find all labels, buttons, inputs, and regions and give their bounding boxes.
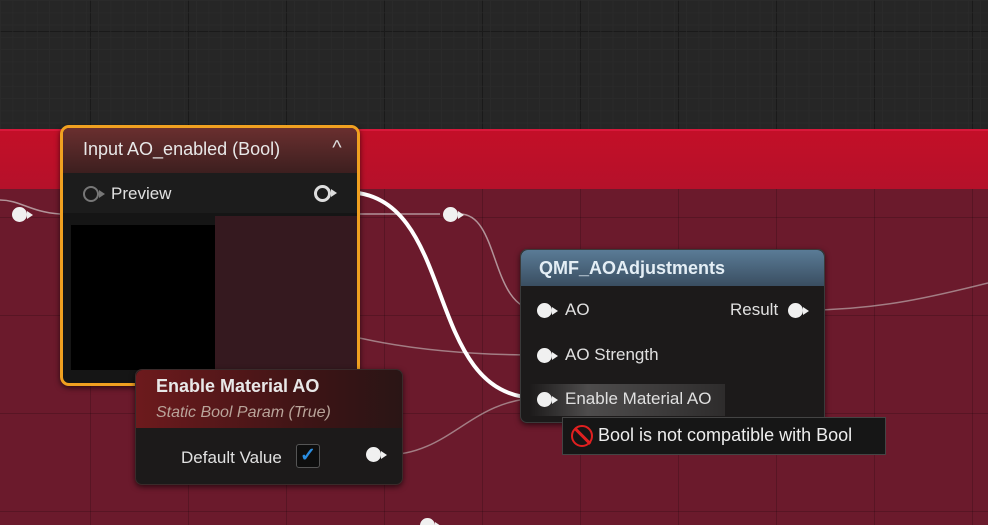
output-pin[interactable] bbox=[366, 447, 387, 462]
preview-row: Preview bbox=[63, 173, 357, 213]
result-label: Result bbox=[730, 300, 779, 319]
node-header[interactable]: Input AO_enabled (Bool) ^ bbox=[63, 128, 357, 173]
node-title: Enable Material AO bbox=[156, 376, 320, 396]
connection-error-tooltip: Bool is not compatible with Bool bbox=[562, 417, 886, 455]
graph-canvas[interactable]: Input AO_enabled (Bool) ^ Preview Enable… bbox=[0, 0, 988, 525]
node-subtitle: Static Bool Param (True) bbox=[156, 404, 331, 421]
tooltip-message: Bool is not compatible with Bool bbox=[598, 425, 853, 445]
wire-static-bool-to-enable bbox=[384, 397, 539, 456]
enable-material-ao-label: Enable Material AO bbox=[565, 389, 712, 408]
default-value-label: Default Value bbox=[181, 448, 282, 467]
ao-strength-label: AO Strength bbox=[565, 345, 659, 364]
input-ao-enabled-node[interactable]: Input AO_enabled (Bool) ^ Preview bbox=[60, 125, 360, 386]
qmf-ao-adjustments-node[interactable]: QMF_AOAdjustments AO AO Strength Enable … bbox=[520, 249, 825, 423]
preview-output-pin[interactable] bbox=[314, 185, 337, 202]
checkmark-icon: ✓ bbox=[300, 445, 316, 466]
enable-material-ao-input-pin[interactable] bbox=[537, 392, 558, 407]
reroute-pin[interactable] bbox=[443, 207, 464, 222]
preview-label: Preview bbox=[111, 184, 172, 203]
result-output-pin[interactable] bbox=[788, 303, 809, 318]
wire-result-out bbox=[807, 282, 988, 311]
wire-preview-drag bbox=[344, 190, 539, 400]
ao-input-pin[interactable] bbox=[537, 303, 558, 318]
no-entry-icon bbox=[571, 425, 593, 447]
ao-strength-input-pin[interactable] bbox=[537, 348, 558, 363]
preview-thumbnail bbox=[71, 225, 215, 370]
preview-input-pin[interactable] bbox=[83, 186, 105, 202]
reroute-pin-left[interactable] bbox=[12, 207, 33, 222]
enable-material-ao-node[interactable]: Enable Material AO Static Bool Param (Tr… bbox=[135, 369, 403, 485]
preview-background bbox=[215, 216, 357, 383]
node-header[interactable]: QMF_AOAdjustments bbox=[521, 250, 824, 286]
collapse-icon[interactable]: ^ bbox=[327, 138, 347, 158]
default-value-checkbox[interactable]: ✓ bbox=[296, 444, 320, 468]
node-title: Input AO_enabled (Bool) bbox=[83, 139, 281, 159]
node-title: QMF_AOAdjustments bbox=[539, 258, 726, 278]
ao-label: AO bbox=[565, 300, 590, 319]
node-header[interactable]: Enable Material AO Static Bool Param (Tr… bbox=[136, 370, 402, 428]
